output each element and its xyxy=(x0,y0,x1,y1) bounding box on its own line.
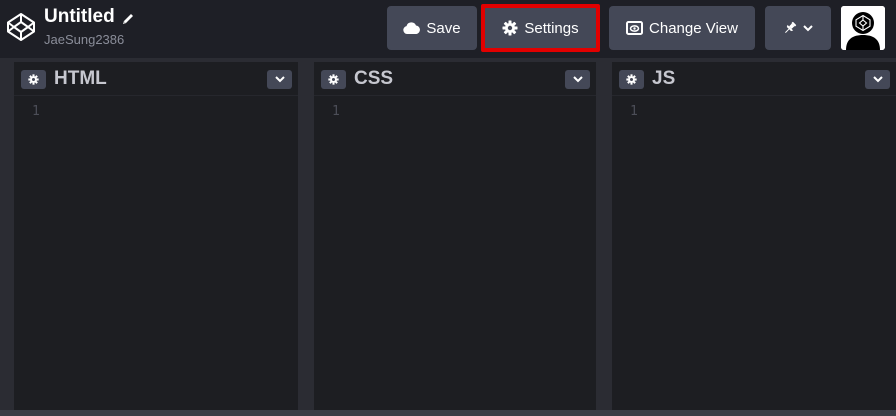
html-code-editor[interactable]: 1 xyxy=(14,96,298,410)
html-panel-chevron-down-icon[interactable] xyxy=(267,70,292,89)
change-view-button-label: Change View xyxy=(649,19,738,37)
css-settings-gear-icon[interactable] xyxy=(321,70,346,89)
js-editor-panel: JS 1 xyxy=(612,62,896,410)
codepen-logo-icon[interactable] xyxy=(6,12,36,42)
settings-button[interactable]: Settings xyxy=(481,4,600,52)
html-editor-panel: HTML 1 xyxy=(14,62,298,410)
js-panel-header: JS xyxy=(612,62,896,96)
project-title-block: Untitled JaeSung2386 xyxy=(44,6,135,48)
save-button-label: Save xyxy=(426,19,461,37)
editor-panels: HTML 1 CSS 1 JS 1 xyxy=(0,58,896,416)
pencil-icon[interactable] xyxy=(121,10,135,24)
change-view-button[interactable]: Change View xyxy=(609,6,755,50)
js-panel-chevron-down-icon[interactable] xyxy=(865,70,890,89)
cloud-icon xyxy=(403,22,421,34)
user-avatar-icon[interactable] xyxy=(841,6,885,50)
username-link[interactable]: JaeSung2386 xyxy=(44,32,135,48)
project-title-text[interactable]: Untitled xyxy=(44,6,115,28)
line-number: 1 xyxy=(630,104,638,119)
project-title[interactable]: Untitled xyxy=(44,6,135,28)
eye-layout-icon xyxy=(626,21,644,35)
html-panel-title: HTML xyxy=(54,68,107,89)
bottom-resize-bar[interactable] xyxy=(0,410,896,416)
html-settings-gear-icon[interactable] xyxy=(21,70,46,89)
top-bar: Untitled JaeSung2386 Save Settings Chang… xyxy=(0,0,896,58)
css-panel-chevron-down-icon[interactable] xyxy=(565,70,590,89)
js-settings-gear-icon[interactable] xyxy=(619,70,644,89)
settings-button-label: Settings xyxy=(524,19,579,37)
css-panel-title: CSS xyxy=(354,68,394,89)
line-number: 1 xyxy=(32,104,40,119)
line-number: 1 xyxy=(332,104,340,119)
css-editor-panel: CSS 1 xyxy=(314,62,596,410)
pin-icon xyxy=(783,21,797,35)
js-code-editor[interactable]: 1 xyxy=(612,96,896,410)
css-panel-header: CSS xyxy=(314,62,596,96)
js-panel-title: JS xyxy=(652,68,676,89)
chevron-down-icon xyxy=(803,24,813,32)
html-panel-header: HTML xyxy=(14,62,298,96)
css-code-editor[interactable]: 1 xyxy=(314,96,596,410)
pin-menu-button[interactable] xyxy=(765,6,831,50)
save-button[interactable]: Save xyxy=(387,6,477,50)
gear-icon xyxy=(502,20,518,36)
